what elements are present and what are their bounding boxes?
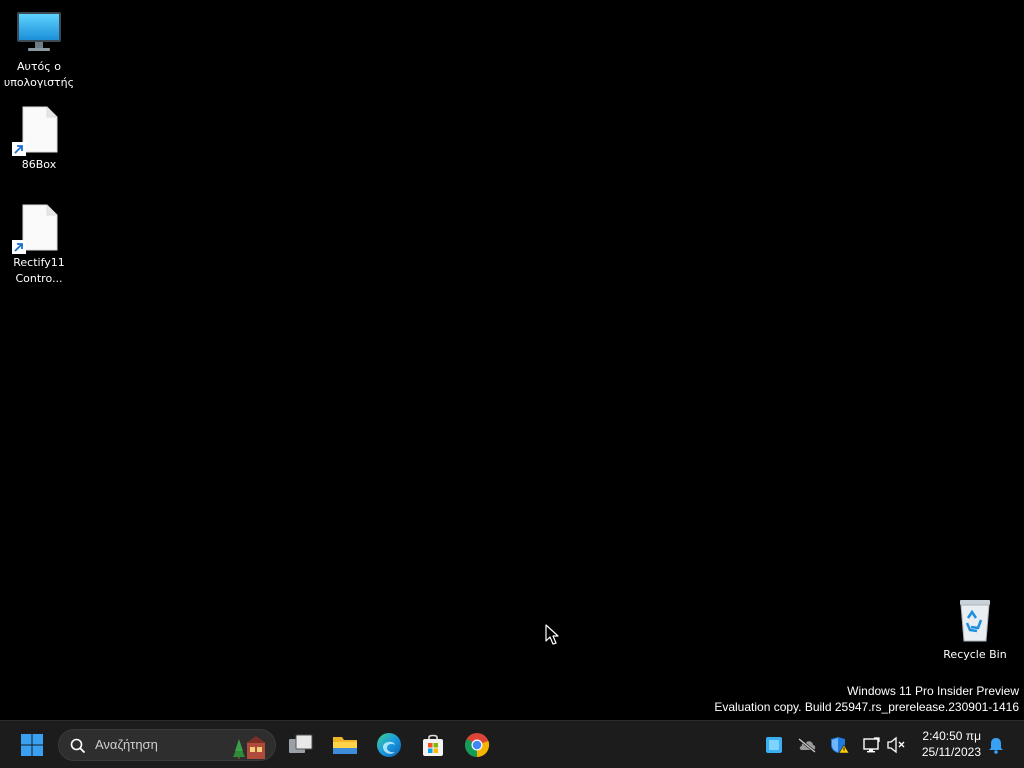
shortcut-file-icon xyxy=(12,106,63,156)
defender-icon xyxy=(831,737,850,754)
windows-logo-icon xyxy=(21,734,43,756)
app-tray-icon xyxy=(766,737,782,753)
network-icon xyxy=(863,737,880,753)
store-button[interactable] xyxy=(413,725,453,765)
evaluation-watermark: Windows 11 Pro Insider Preview Evaluatio… xyxy=(714,683,1019,715)
search-box[interactable]: Αναζήτηση xyxy=(58,729,276,761)
edge-icon xyxy=(377,733,401,757)
desktop-icon-this-pc[interactable]: Αυτός ο υπολογιστής xyxy=(0,8,78,91)
chrome-icon xyxy=(465,733,490,758)
clock-date: 25/11/2023 xyxy=(921,745,981,759)
taskbar: Αναζήτηση 2:40:50 πμ 25/11/2023 xyxy=(0,720,1024,768)
search-placeholder: Αναζήτηση xyxy=(95,737,158,752)
desktop-icon-label: Rectify11 Contro... xyxy=(13,256,65,285)
desktop-icon-86box[interactable]: 86Box xyxy=(0,106,78,173)
search-icon xyxy=(70,738,86,754)
desktop-icon-label: Recycle Bin xyxy=(943,648,1007,661)
task-view-button[interactable] xyxy=(281,725,321,765)
mouse-cursor-icon xyxy=(545,624,559,645)
recycle-bin-icon xyxy=(951,596,999,644)
start-button[interactable] xyxy=(12,725,52,765)
chrome-button[interactable] xyxy=(457,725,497,765)
volume-muted-icon xyxy=(887,736,905,754)
onedrive-icon xyxy=(798,738,816,753)
desktop-icon-recycle-bin[interactable]: Recycle Bin xyxy=(936,596,1014,663)
tray-defender-button[interactable] xyxy=(829,733,851,757)
desktop-icon-label: 86Box xyxy=(21,158,57,171)
tray-volume-button[interactable] xyxy=(885,733,907,757)
watermark-line-1: Windows 11 Pro Insider Preview xyxy=(847,684,1019,698)
shortcut-file-icon xyxy=(12,204,63,254)
store-icon xyxy=(423,734,443,756)
clock-time: 2:40:50 πμ xyxy=(922,729,981,743)
task-view-icon xyxy=(289,734,313,753)
shortcut-arrow-icon xyxy=(12,240,26,254)
tray-app-button[interactable] xyxy=(763,733,785,757)
file-explorer-icon xyxy=(333,737,357,754)
shortcut-arrow-icon xyxy=(12,142,26,156)
desktop-icon-label: Αυτός ο υπολογιστής xyxy=(3,60,75,89)
edge-button[interactable] xyxy=(369,725,409,765)
tray-onedrive-button[interactable] xyxy=(796,733,818,757)
notifications-button[interactable] xyxy=(985,733,1007,757)
watermark-line-2: Evaluation copy. Build 25947.rs_prerelea… xyxy=(714,700,1019,714)
bell-icon xyxy=(989,738,1003,754)
tray-network-button[interactable] xyxy=(860,733,882,757)
file-explorer-button[interactable] xyxy=(325,725,365,765)
desktop-icon-rectify11[interactable]: Rectify11 Contro... xyxy=(0,204,78,287)
search-highlight-icon xyxy=(233,736,266,759)
clock[interactable]: 2:40:50 πμ 25/11/2023 xyxy=(922,728,981,760)
monitor-icon xyxy=(15,8,63,56)
